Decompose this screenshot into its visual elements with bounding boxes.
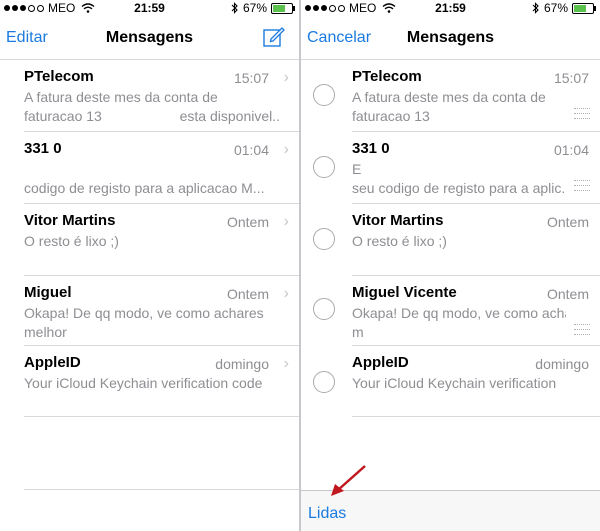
battery-percentage: 67% (543, 1, 568, 15)
sender-name: PTelecom (352, 68, 422, 85)
status-right: 67% (532, 1, 596, 15)
navigation-bar: Cancelar Mensagens (301, 16, 600, 60)
message-time: Ontem (546, 286, 589, 302)
message-preview: Okapa! De qq modo, ve como achares melho… (24, 305, 264, 340)
message-preview: A fatura deste mes da conta de faturacao… (352, 89, 546, 124)
message-preview: codigo de registo para a aplicacao M... (24, 180, 265, 196)
message-time: 15:07 (233, 70, 269, 86)
chevron-right-icon: › (283, 285, 289, 302)
battery-icon (271, 2, 295, 14)
reorder-grip-icon[interactable] (574, 180, 590, 191)
sender-name: AppleID (24, 354, 81, 371)
sender-name: Vitor Martins (352, 212, 444, 229)
compose-icon[interactable] (263, 26, 285, 48)
select-circle[interactable] (313, 298, 335, 320)
message-row[interactable]: Vitor Martins Ontem O resto é lixo ;) (301, 204, 600, 276)
message-time: Ontem (226, 214, 269, 230)
messages-list-panel: MEO 21:59 67% Editar Mensagens PTelecom … (0, 0, 299, 531)
message-time: Ontem (546, 214, 589, 230)
message-preview: O resto é lixo ;) (24, 233, 119, 249)
message-time: Ontem (226, 286, 269, 302)
annotation-arrow-icon (331, 465, 366, 496)
message-row[interactable]: Vitor Martins Ontem › O resto é lixo ;) (0, 204, 299, 276)
select-circle[interactable] (313, 371, 335, 393)
message-row[interactable]: PTelecom 15:07 A fatura deste mes da con… (301, 60, 600, 132)
battery-icon (572, 2, 596, 14)
message-preview: Your iCloud Keychain verification (352, 375, 557, 391)
reorder-grip-icon[interactable] (574, 108, 590, 119)
select-circle[interactable] (313, 228, 335, 250)
message-preview: A fatura deste mes da conta de faturacao… (24, 89, 279, 124)
message-row[interactable]: 331 0 01:04 E seu codigo de registo para… (301, 132, 600, 204)
sender-name: 331 0 (352, 140, 390, 157)
sender-name: PTelecom (24, 68, 94, 85)
message-time: 01:04 (553, 142, 589, 158)
message-row[interactable]: AppleID domingo Your iCloud Keychain ver… (301, 346, 600, 418)
message-row[interactable]: 331 0 01:04 › codigo de registo para a a… (0, 132, 299, 204)
message-preview: O resto é lixo ;) (352, 233, 447, 249)
message-time: 15:07 (553, 70, 589, 86)
message-row[interactable]: PTelecom 15:07 › A fatura deste mes da c… (0, 60, 299, 132)
reorder-grip-icon[interactable] (574, 324, 590, 335)
message-time: domingo (535, 356, 589, 372)
bluetooth-icon (231, 2, 238, 14)
chevron-right-icon: › (283, 69, 289, 86)
message-preview: Okapa! De qq modo, ve como achares m (352, 305, 566, 340)
battery-percentage: 67% (242, 1, 267, 15)
sender-name: Miguel (24, 284, 72, 301)
message-time: domingo (215, 356, 269, 372)
mark-read-button[interactable]: Lidas (308, 505, 346, 523)
bottom-separator (24, 489, 299, 490)
bluetooth-icon (532, 2, 539, 14)
status-right: 67% (231, 1, 295, 15)
message-time: 01:04 (233, 142, 269, 158)
chevron-right-icon: › (283, 213, 289, 230)
select-circle[interactable] (313, 84, 335, 106)
sender-name: 331 0 (24, 140, 62, 157)
message-row[interactable]: Miguel Ontem › Okapa! De qq modo, ve com… (0, 276, 299, 348)
select-circle[interactable] (313, 156, 335, 178)
status-bar: MEO 21:59 67% (0, 0, 299, 16)
navigation-bar: Editar Mensagens (0, 16, 299, 60)
message-row[interactable]: AppleID domingo › Your iCloud Keychain v… (0, 346, 299, 418)
message-preview: Your iCloud Keychain verification code (24, 375, 263, 391)
sender-name: Miguel Vicente (352, 284, 457, 301)
chevron-right-icon: › (283, 355, 289, 372)
messages-edit-panel: MEO 21:59 67% Cancelar Mensagens PTeleco… (301, 0, 600, 531)
status-bar: MEO 21:59 67% (301, 0, 600, 16)
row-separator (24, 416, 299, 417)
page-title: Mensagens (105, 29, 194, 46)
chevron-right-icon: › (283, 141, 289, 158)
page-title: Mensagens (406, 29, 495, 46)
row-separator (352, 416, 600, 417)
message-row[interactable]: Miguel Vicente Ontem Okapa! De qq modo, … (301, 276, 600, 348)
message-preview: E seu codigo de registo para a aplic... (352, 161, 566, 196)
sender-name: AppleID (352, 354, 409, 371)
sender-name: Vitor Martins (24, 212, 116, 229)
